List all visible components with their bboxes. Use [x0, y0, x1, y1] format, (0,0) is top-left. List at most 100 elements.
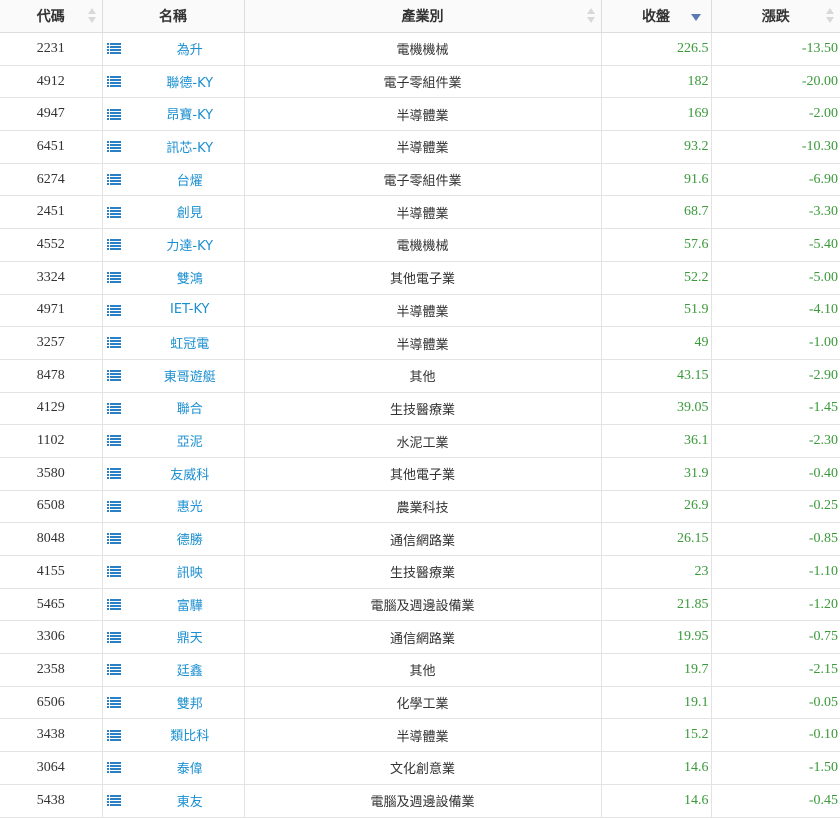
stock-name-link[interactable]: 聯合: [177, 402, 203, 417]
header-change[interactable]: 漲跌: [710, 0, 840, 33]
list-icon[interactable]: [106, 468, 121, 480]
close-price: 52.2: [600, 260, 712, 295]
stock-name-link[interactable]: 訊映: [177, 566, 203, 581]
list-icon[interactable]: [106, 271, 121, 283]
detail-button[interactable]: [101, 391, 136, 426]
stock-name-link[interactable]: 創見: [177, 206, 203, 221]
detail-button[interactable]: [101, 260, 136, 295]
sort-icon[interactable]: [87, 8, 96, 24]
industry-cell: 化學工業: [243, 685, 602, 720]
detail-button[interactable]: [101, 162, 136, 197]
stock-name-link[interactable]: 富驊: [177, 599, 203, 614]
stock-name-link[interactable]: 泰偉: [177, 762, 203, 777]
list-icon[interactable]: [106, 108, 121, 120]
stock-name-link[interactable]: 台燿: [177, 174, 203, 189]
list-icon[interactable]: [106, 337, 121, 349]
stock-name-link[interactable]: 雙鴻: [177, 272, 203, 287]
stock-name-link[interactable]: 類比科: [170, 729, 209, 744]
stock-code: 6506: [0, 685, 103, 720]
list-icon[interactable]: [106, 794, 121, 806]
detail-button[interactable]: [101, 653, 136, 687]
stock-name-link[interactable]: 鼎天: [177, 631, 203, 646]
detail-button[interactable]: [101, 424, 136, 458]
stock-name-link[interactable]: 訊芯-KY: [166, 141, 213, 156]
list-icon[interactable]: [106, 402, 121, 414]
detail-button[interactable]: [101, 358, 136, 393]
list-icon[interactable]: [106, 729, 121, 741]
detail-button[interactable]: [101, 685, 136, 720]
stock-name-link[interactable]: 德勝: [177, 533, 203, 548]
detail-button[interactable]: [101, 587, 136, 622]
detail-button[interactable]: [101, 293, 136, 328]
list-icon[interactable]: [106, 762, 121, 774]
stock-name-link[interactable]: 亞泥: [177, 435, 203, 450]
header-name[interactable]: 名稱: [101, 0, 245, 33]
industry-cell: 其他: [243, 653, 602, 687]
stock-name-link[interactable]: 友威科: [170, 468, 209, 483]
stock-name-link[interactable]: 虹冠電: [170, 337, 209, 352]
header-industry[interactable]: 產業別: [243, 0, 602, 33]
list-icon[interactable]: [106, 664, 121, 676]
list-icon[interactable]: [106, 75, 121, 87]
stock-name-link[interactable]: IET-KY: [170, 302, 210, 317]
list-icon[interactable]: [106, 370, 121, 381]
price-change: -1.45: [710, 391, 840, 426]
stock-name-link[interactable]: 惠光: [177, 500, 203, 515]
detail-button[interactable]: [101, 97, 136, 132]
list-icon[interactable]: [106, 500, 121, 512]
header-close[interactable]: 收盤: [600, 0, 712, 33]
stock-name-cell: 虹冠電: [136, 326, 245, 360]
detail-button[interactable]: [101, 751, 136, 785]
industry-cell: 電子零組件業: [243, 64, 602, 99]
stock-name-link[interactable]: 東哥遊艇: [164, 370, 216, 385]
list-icon[interactable]: [106, 173, 121, 185]
table-row: 3438 類比科 半導體業 15.2 -0.10: [0, 718, 840, 753]
stock-code: 2358: [0, 653, 103, 687]
detail-button[interactable]: [101, 456, 136, 491]
detail-button[interactable]: [101, 555, 136, 589]
sort-icon[interactable]: [586, 8, 595, 24]
sort-desc-icon[interactable]: [690, 14, 701, 21]
header-code[interactable]: 代碼: [0, 0, 103, 33]
close-price: 39.05: [600, 391, 712, 426]
table-row: 4552 力達-KY 電機機械 57.6 -5.40: [0, 228, 840, 262]
header-code-label: 代碼: [36, 8, 65, 24]
stock-name-link[interactable]: 昂寶-KY: [166, 108, 213, 123]
close-price: 26.15: [600, 522, 712, 556]
list-icon[interactable]: [106, 206, 121, 218]
list-icon[interactable]: [106, 696, 121, 708]
stock-name-link[interactable]: 東友: [177, 795, 203, 810]
detail-button[interactable]: [101, 718, 136, 753]
list-icon[interactable]: [106, 598, 121, 610]
detail-button[interactable]: [101, 620, 136, 655]
stock-name-link[interactable]: 聯德-KY: [166, 76, 213, 91]
list-icon[interactable]: [106, 566, 121, 578]
price-change: -10.30: [710, 130, 840, 164]
stock-name-link[interactable]: 為升: [177, 43, 203, 58]
industry-cell: 水泥工業: [243, 424, 602, 458]
stock-name-link[interactable]: 廷鑫: [177, 664, 203, 679]
list-icon[interactable]: [106, 631, 121, 643]
detail-button[interactable]: [101, 326, 136, 360]
stock-name-link[interactable]: 力達-KY: [166, 239, 213, 254]
detail-button[interactable]: [101, 783, 136, 818]
list-icon[interactable]: [106, 435, 121, 447]
list-icon[interactable]: [106, 141, 121, 153]
detail-button[interactable]: [101, 195, 136, 230]
list-icon[interactable]: [106, 43, 121, 55]
detail-button[interactable]: [101, 64, 136, 99]
detail-button[interactable]: [101, 130, 136, 164]
list-icon[interactable]: [106, 304, 121, 316]
table-row: 5438 東友 電腦及週邊設備業 14.6 -0.45: [0, 783, 840, 818]
list-icon[interactable]: [106, 533, 121, 545]
stock-code: 8478: [0, 358, 103, 393]
detail-button[interactable]: [101, 489, 136, 524]
detail-button[interactable]: [101, 522, 136, 556]
list-icon[interactable]: [106, 239, 121, 251]
stock-name-link[interactable]: 雙邦: [177, 697, 203, 712]
table-row: 6508 惠光 農業科技 26.9 -0.25: [0, 489, 840, 524]
close-price: 14.6: [600, 783, 712, 818]
sort-icon[interactable]: [826, 8, 834, 24]
detail-button[interactable]: [101, 228, 136, 262]
detail-button[interactable]: [101, 32, 136, 66]
